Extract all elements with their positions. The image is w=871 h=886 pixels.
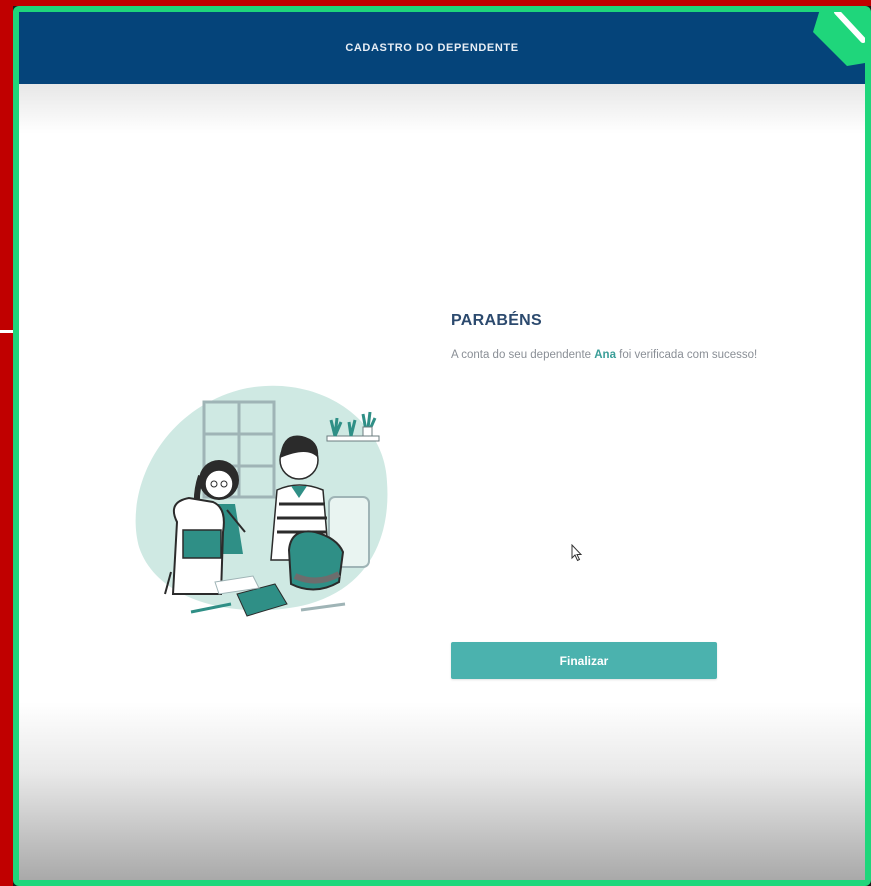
edge-tick (0, 330, 14, 333)
header-shadow (19, 84, 865, 134)
video-frame: CADASTRO DO DEPENDENTE PARABÉNS A conta … (0, 0, 871, 886)
app-frame: CADASTRO DO DEPENDENTE PARABÉNS A conta … (13, 6, 871, 886)
app-screen: CADASTRO DO DEPENDENTE PARABÉNS A conta … (19, 12, 865, 880)
kids-packing-backpacks-illustration (135, 385, 388, 617)
message-after: foi verificada com sucesso! (615, 349, 758, 361)
left-red-strip (0, 0, 13, 886)
mouse-pointer-icon (571, 544, 583, 562)
green-corner-badge-icon (813, 12, 865, 66)
success-message: A conta do seu dependente Ana foi verifi… (451, 346, 791, 365)
header-bar: CADASTRO DO DEPENDENTE (19, 12, 865, 84)
success-panel: PARABÉNS A conta do seu dependente Ana f… (451, 312, 791, 365)
message-before: A conta do seu dependente (451, 349, 595, 361)
success-title: PARABÉNS (451, 312, 543, 329)
page-title: CADASTRO DO DEPENDENTE (345, 42, 519, 54)
dependent-name: Ana (594, 349, 616, 361)
finalize-button[interactable]: Finalizar (451, 642, 717, 679)
